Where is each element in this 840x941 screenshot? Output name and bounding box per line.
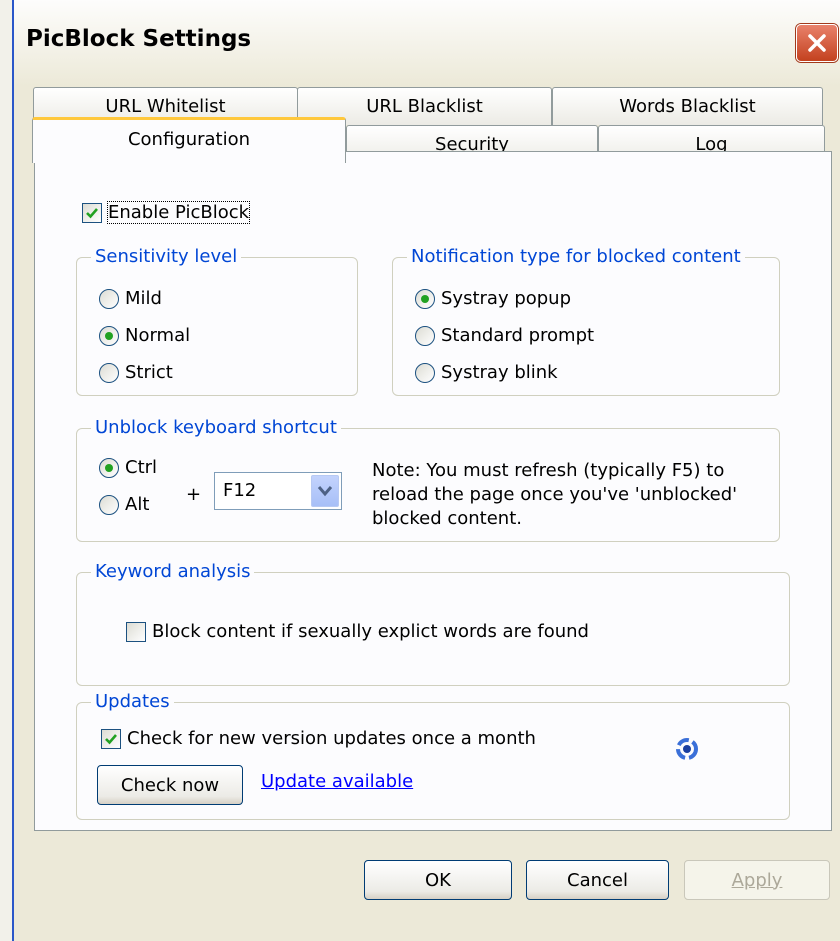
radio-label: Systray popup xyxy=(441,288,572,309)
tab-configuration[interactable]: Configuration xyxy=(32,117,346,163)
configuration-panel: Enable PicBlock Sensitivity level Mild N… xyxy=(34,151,832,831)
tab-label: Configuration xyxy=(127,129,251,150)
cancel-button[interactable]: Cancel xyxy=(526,860,669,900)
updates-group: Updates Check for new version updates on… xyxy=(76,690,790,820)
radio-label: Ctrl xyxy=(125,457,158,478)
shortcut-legend: Unblock keyboard shortcut xyxy=(91,416,341,440)
radio-circle xyxy=(99,362,119,383)
enable-picblock-checkbox[interactable]: Enable PicBlock xyxy=(82,201,251,224)
keyword-group: Keyword analysis Block content if sexual… xyxy=(76,560,790,686)
radio-dot xyxy=(105,463,113,472)
note-line: blocked content. xyxy=(372,508,522,529)
radio-circle xyxy=(99,457,119,478)
radio-dot xyxy=(105,331,113,340)
radio-systray-blink[interactable]: Systray blink xyxy=(415,362,558,383)
shortcut-key-select[interactable]: F12 xyxy=(214,472,342,510)
check-now-button[interactable]: Check now xyxy=(97,765,243,805)
radio-standard-prompt[interactable]: Standard prompt xyxy=(415,325,594,346)
updates-legend: Updates xyxy=(91,690,174,714)
note-line: reload the page once you've 'unblocked' xyxy=(372,484,738,505)
dropdown-button[interactable] xyxy=(311,475,339,507)
block-explicit-words-label: Block content if sexually explict words … xyxy=(152,621,589,642)
checkbox-box xyxy=(101,728,121,749)
notification-legend: Notification type for blocked content xyxy=(407,245,745,269)
radio-mild[interactable]: Mild xyxy=(99,288,162,309)
tab-label: Words Blacklist xyxy=(619,96,756,117)
note-line: Note: You must refresh (typically F5) to xyxy=(372,460,725,481)
radio-strict[interactable]: Strict xyxy=(99,362,173,383)
plus-sign: + xyxy=(186,484,202,505)
radio-label: Systray blink xyxy=(441,362,558,383)
radio-circle xyxy=(415,362,435,383)
sensitivity-legend: Sensitivity level xyxy=(91,245,242,269)
checkmark-icon xyxy=(86,207,98,218)
shortcut-group: Unblock keyboard shortcut Ctrl Alt + F12… xyxy=(76,416,780,542)
close-button[interactable] xyxy=(796,24,838,62)
shortcut-key-value: F12 xyxy=(223,480,257,501)
radio-ctrl[interactable]: Ctrl xyxy=(99,457,157,478)
auto-update-label: Check for new version updates once a mon… xyxy=(127,728,536,749)
radio-circle xyxy=(415,288,435,309)
radio-label: Normal xyxy=(125,325,191,346)
radio-label: Alt xyxy=(125,494,150,515)
tab-label: URL Blacklist xyxy=(366,96,483,117)
tab-words-blacklist[interactable]: Words Blacklist xyxy=(552,87,823,125)
radio-circle xyxy=(99,288,119,309)
chevron-down-icon xyxy=(317,486,333,497)
radio-label: Standard prompt xyxy=(441,325,595,346)
apply-button[interactable]: Apply xyxy=(684,860,830,900)
radio-circle xyxy=(99,325,119,346)
tab-label: URL Whitelist xyxy=(105,96,226,117)
title-bar: PicBlock Settings xyxy=(14,0,840,86)
refresh-icon xyxy=(676,738,698,760)
close-icon xyxy=(808,34,826,52)
radio-label: Strict xyxy=(125,362,173,383)
radio-normal[interactable]: Normal xyxy=(99,325,190,346)
auto-update-checkbox[interactable]: Check for new version updates once a mon… xyxy=(101,728,536,749)
ok-button[interactable]: OK xyxy=(364,860,512,900)
radio-circle xyxy=(99,494,119,515)
radio-dot xyxy=(421,294,429,303)
shortcut-note: Note: You must refresh (typically F5) to… xyxy=(372,459,737,531)
block-explicit-words-checkbox[interactable]: Block content if sexually explict words … xyxy=(126,621,589,642)
radio-label: Mild xyxy=(125,288,162,309)
checkmark-icon xyxy=(105,733,117,744)
settings-window: PicBlock Settings URL Whitelist URL Blac… xyxy=(12,0,840,941)
update-available-link[interactable]: Update available xyxy=(261,771,413,792)
radio-alt[interactable]: Alt xyxy=(99,494,149,515)
window-title: PicBlock Settings xyxy=(26,26,252,52)
checkbox-box xyxy=(82,202,102,223)
radio-circle xyxy=(415,325,435,346)
keyword-legend: Keyword analysis xyxy=(91,560,255,584)
notification-group: Notification type for blocked content Sy… xyxy=(392,245,780,396)
sensitivity-group: Sensitivity level Mild Normal Strict xyxy=(76,245,358,396)
radio-systray-popup[interactable]: Systray popup xyxy=(415,288,571,309)
enable-picblock-label: Enable PicBlock xyxy=(106,201,251,224)
checkbox-box xyxy=(126,621,146,642)
